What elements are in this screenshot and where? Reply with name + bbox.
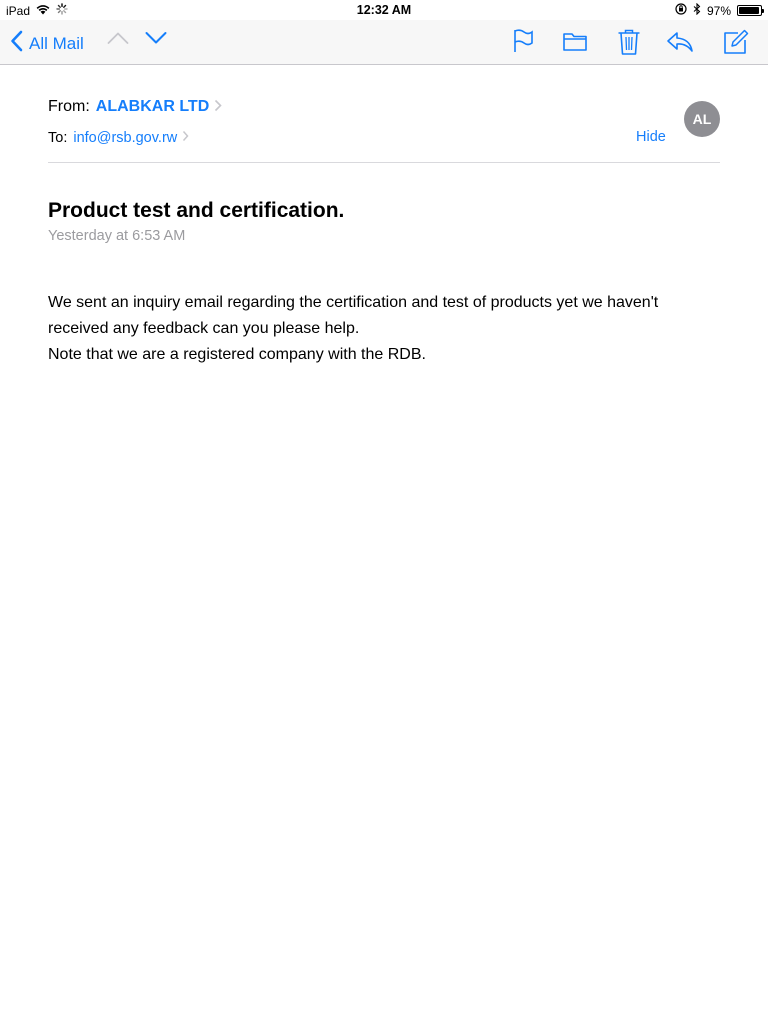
bluetooth-icon <box>693 2 701 18</box>
orientation-lock-icon <box>675 3 687 18</box>
chevron-up-icon[interactable] <box>107 31 129 50</box>
sender-name[interactable]: ALABKAR LTD <box>96 98 209 116</box>
trash-icon[interactable] <box>617 28 641 61</box>
from-row: From: ALABKAR LTD <box>48 98 222 116</box>
chevron-left-icon <box>10 30 23 57</box>
status-time: 12:32 AM <box>356 3 412 17</box>
avatar: AL <box>684 101 720 137</box>
back-button-label: All Mail <box>29 33 84 53</box>
flag-icon[interactable] <box>512 28 534 59</box>
battery-icon <box>737 5 764 16</box>
battery-percent: 97% <box>706 3 731 18</box>
chevron-right-icon <box>214 99 222 116</box>
chevron-down-icon[interactable] <box>145 31 167 50</box>
compose-icon[interactable] <box>722 28 750 61</box>
status-right: 97% <box>675 2 764 18</box>
folder-icon[interactable] <box>562 28 588 59</box>
reply-icon[interactable] <box>666 31 694 58</box>
status-bar: iPad 12:32 AM 97% <box>0 0 768 20</box>
to-row: To: info@rsb.gov.rw <box>48 129 189 146</box>
hide-details-link[interactable]: Hide <box>636 129 666 145</box>
battery-fill <box>739 7 760 14</box>
body-line: We sent an inquiry email regarding the c… <box>48 294 659 311</box>
recipient-address[interactable]: info@rsb.gov.rw <box>73 130 177 146</box>
message-subject: Product test and certification. <box>48 199 345 222</box>
body-line: received any feedback can you please hel… <box>48 320 360 337</box>
body-line: Note that we are a registered company wi… <box>48 346 426 363</box>
chevron-right-icon <box>182 129 189 146</box>
from-label: From: <box>48 98 90 115</box>
header-divider <box>48 162 720 163</box>
back-button[interactable]: All Mail <box>10 30 84 57</box>
message-date: Yesterday at 6:53 AM <box>48 228 186 244</box>
to-label: To: <box>48 129 68 146</box>
message-body: We sent an inquiry email regarding the c… <box>48 290 728 368</box>
mail-toolbar: All Mail <box>0 20 768 65</box>
